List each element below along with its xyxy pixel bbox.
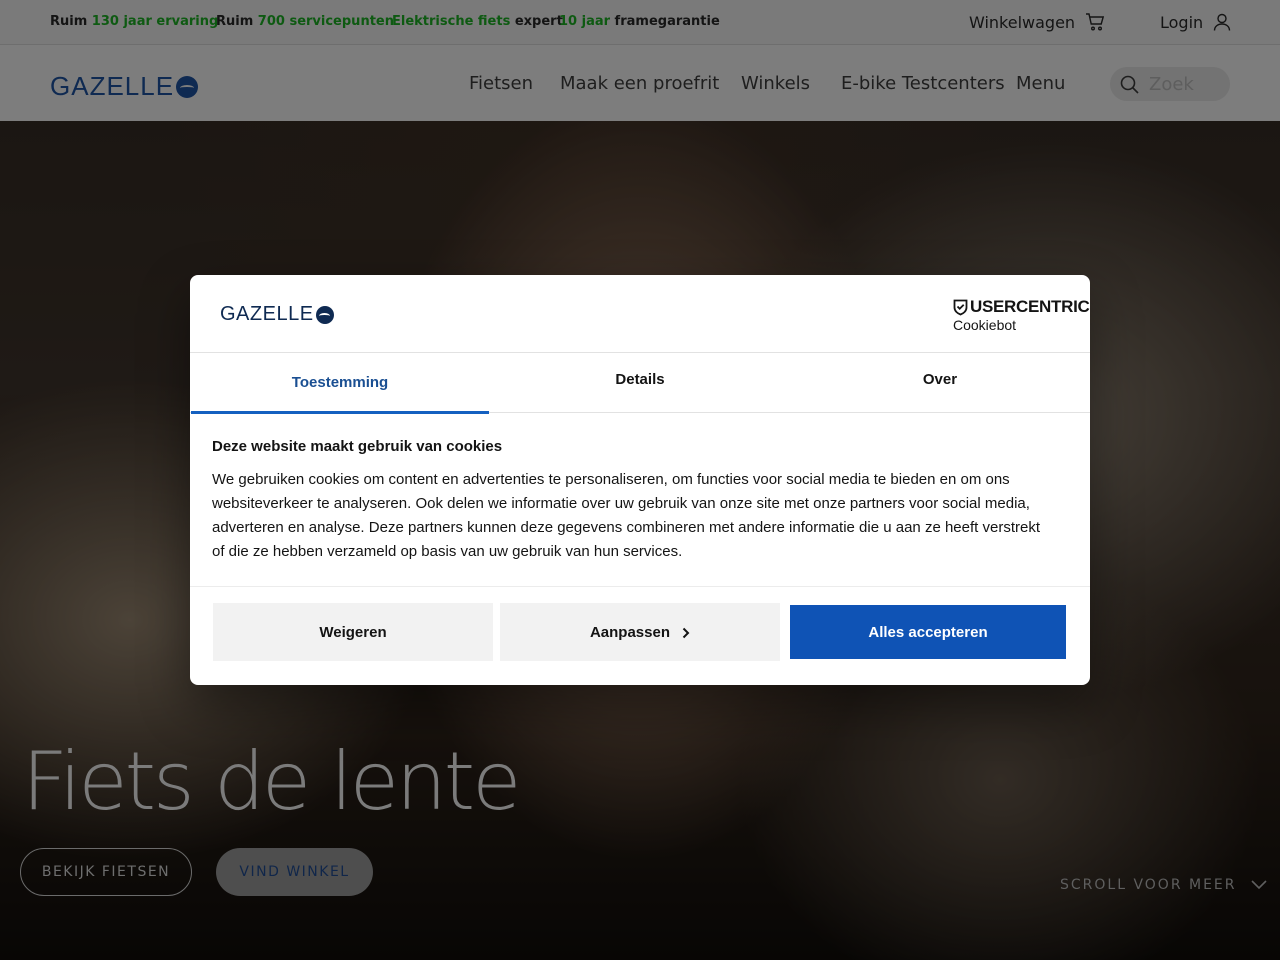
search-box[interactable] [1110,67,1230,101]
scroll-label: SCROLL VOOR MEER [1060,877,1237,893]
cart-link[interactable]: Winkelwagen [969,0,1105,44]
usp-experience: Ruim 130 jaar ervaring [50,14,219,29]
chevron-down-icon [1250,880,1267,890]
tab-toestemming[interactable]: Toestemming [190,353,490,414]
aanpassen-button[interactable]: Aanpassen [500,603,780,661]
tab-details[interactable]: Details [490,353,790,413]
weigeren-button[interactable]: Weigeren [213,603,493,661]
bekijk-fietsen-button[interactable]: BEKIJK FIETSEN [20,848,192,896]
cart-icon [1086,13,1105,31]
dialog-tabs: Toestemming Details Over [190,353,1090,414]
tab-over[interactable]: Over [790,353,1090,413]
user-icon [1213,13,1231,31]
usp-service-points: Ruim 700 servicepunten [216,14,394,29]
login-label: Login [1160,12,1204,32]
chevron-right-icon [682,627,690,638]
cookie-description: We gebruiken cookies om content en adver… [212,471,1040,560]
usercentrics-shield-icon [953,299,968,315]
search-input[interactable] [1149,73,1219,95]
dialog-gazelle-logo: GAZELLE [220,303,334,326]
cookiebot-logo[interactable]: USERCENTRICS Cookiebot [953,297,1090,333]
cart-label: Winkelwagen [969,12,1076,32]
nav-link-proefrit[interactable]: Maak een proefrit [560,73,719,94]
cookie-consent-dialog: GAZELLE USERCENTRICS Cookiebot Toestemmi… [190,275,1090,685]
alles-accepteren-button[interactable]: Alles accepteren [790,605,1066,659]
dialog-actions: Weigeren Aanpassen Alles accepteren [190,586,1090,685]
scroll-for-more-link[interactable]: SCROLL VOOR MEER [1060,877,1267,893]
nav-link-fietsen[interactable]: Fietsen [469,73,533,94]
vind-winkel-button[interactable]: VIND WINKEL [216,848,373,896]
usp-ebike-expert: Elektrische fiets expert [392,14,563,29]
usp-bar: Ruim 130 jaar ervaring Ruim 700 servicep… [0,0,1280,44]
dialog-header: GAZELLE USERCENTRICS Cookiebot [190,275,1090,353]
nav-link-winkels[interactable]: Winkels [741,73,810,94]
usp-frame-warranty: 10 jaar framegarantie [559,14,720,29]
main-navigation: GAZELLE Fietsen Maak een proefrit Winkel… [0,44,1280,121]
hero-title: Fiets de lente [22,735,521,828]
nav-link-menu[interactable]: Menu [1016,73,1065,94]
search-icon [1120,75,1139,94]
cookie-heading: Deze website maakt gebruik van cookies [212,438,503,455]
gazelle-logo[interactable]: GAZELLE [50,71,199,102]
gazelle-logo-mark-icon [315,305,334,324]
login-link[interactable]: Login [1160,0,1231,44]
dialog-body: Deze website maakt gebruik van cookies W… [212,438,1052,564]
gazelle-logo-mark-icon [176,75,199,98]
nav-link-ebike-testcenters[interactable]: E-bike Testcenters [841,73,1005,94]
